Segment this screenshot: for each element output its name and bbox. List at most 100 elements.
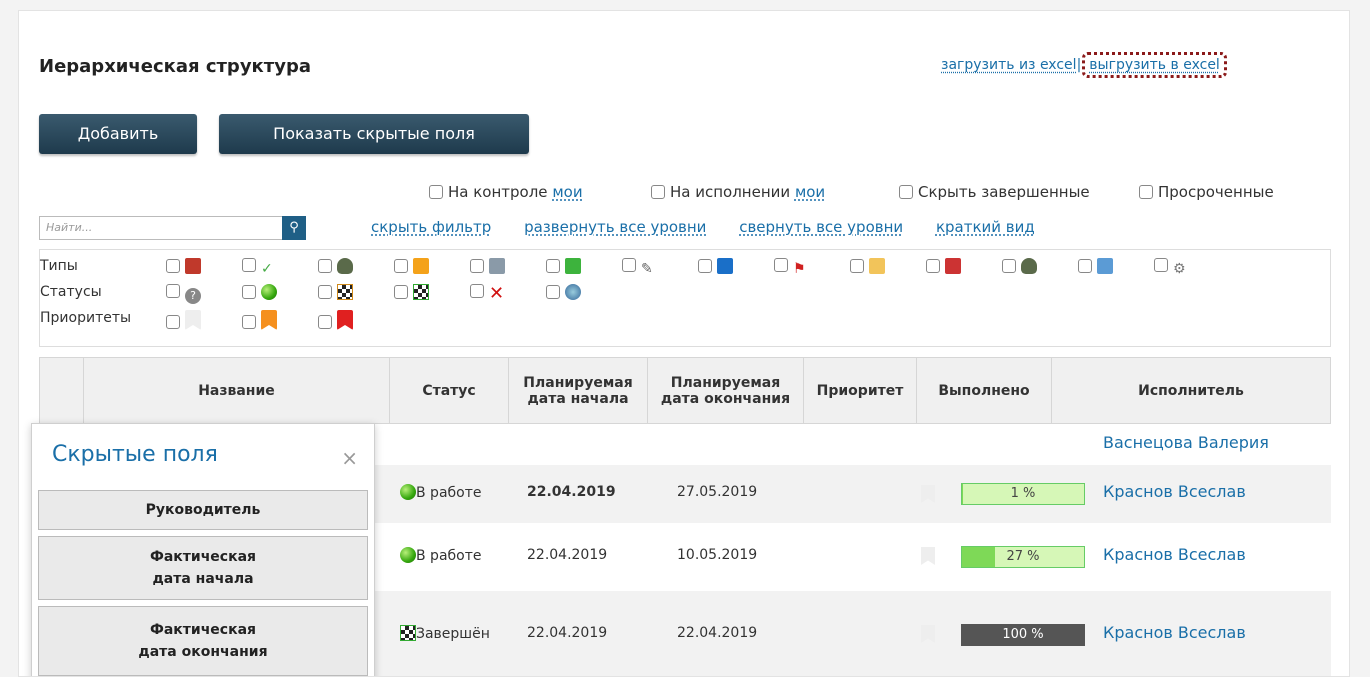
hide-completed-checkbox[interactable] <box>899 185 913 199</box>
priority-checkbox[interactable] <box>166 315 180 329</box>
type-checkbox[interactable] <box>1078 259 1092 273</box>
status-cell: В работе <box>400 484 482 501</box>
collapse-all-link[interactable]: свернуть все уровни <box>739 218 903 236</box>
filter-on-control: На контроле мои <box>429 183 583 201</box>
priority-bookmark-icon <box>921 547 935 565</box>
add-button[interactable]: Добавить <box>39 114 197 154</box>
assignee-link[interactable]: Краснов Всеслав <box>1103 545 1246 564</box>
priority-checkbox[interactable] <box>318 315 332 329</box>
tasks-table-header: Название Статус Планируемая дата начала П… <box>39 357 1331 424</box>
question-flag-icon <box>337 284 353 300</box>
close-icon[interactable]: × <box>341 446 358 470</box>
hidden-fields-popup: Скрытые поля × Руководитель Фактическая д… <box>31 423 375 676</box>
in-progress-icon <box>400 484 416 500</box>
type-checkbox[interactable] <box>394 259 408 273</box>
progress-bar: 27 % <box>961 546 1085 568</box>
popup-title: Скрытые поля <box>52 442 218 467</box>
type-checkbox[interactable] <box>318 259 332 273</box>
priority-bookmark-icon <box>921 485 935 503</box>
checkered-flag-icon <box>400 625 416 641</box>
in-progress-icon <box>400 547 416 563</box>
brief-view-link[interactable]: краткий вид <box>936 218 1035 236</box>
export-excel-link[interactable]: выгрузить в excel <box>1089 57 1220 73</box>
link-separator: | <box>1076 57 1082 73</box>
type-checkbox[interactable] <box>698 259 712 273</box>
ufo-icon <box>1021 258 1037 274</box>
assignee-link[interactable]: Краснов Всеслав <box>1103 482 1246 501</box>
type-checkbox[interactable] <box>242 258 256 272</box>
plan-end-cell: 27.05.2019 <box>677 484 758 500</box>
tool-icon: ✎ <box>641 261 653 277</box>
status-checkbox[interactable] <box>394 285 408 299</box>
expand-column <box>39 357 84 424</box>
status-checkbox[interactable] <box>546 285 560 299</box>
hidden-field-manager-button[interactable]: Руководитель <box>38 490 368 530</box>
type-checkbox[interactable] <box>850 259 864 273</box>
green-dot-icon <box>261 284 277 300</box>
column-priority[interactable]: Приоритет <box>803 357 917 424</box>
column-status[interactable]: Статус <box>389 357 509 424</box>
type-checkbox[interactable] <box>774 258 788 272</box>
filter-in-progress: На исполнении мои <box>651 183 825 201</box>
red-cross-icon: ✕ <box>489 283 505 304</box>
expand-all-link[interactable]: развернуть все уровни <box>524 218 706 236</box>
search-input[interactable]: Найти... ⚲ <box>39 216 306 240</box>
ufo-icon <box>337 258 353 274</box>
search-icon[interactable]: ⚲ <box>282 216 306 240</box>
in-progress-mine-link[interactable]: мои <box>795 183 825 201</box>
type-checkbox[interactable] <box>546 259 560 273</box>
column-assignee[interactable]: Исполнитель <box>1051 357 1331 424</box>
type-checkbox[interactable] <box>926 259 940 273</box>
priority-low-icon <box>185 310 201 330</box>
priorities-row: Приоритеты <box>40 310 1330 332</box>
globe-icon <box>565 284 581 300</box>
assignee-link[interactable]: Краснов Всеслав <box>1103 623 1246 642</box>
on-control-mine-link[interactable]: мои <box>552 183 582 201</box>
folder-orange-icon <box>413 258 429 274</box>
assignee-link[interactable]: Васнецова Валерия <box>1103 433 1269 452</box>
on-control-label: На контроле <box>448 183 548 201</box>
hidden-field-actual-start-button[interactable]: Фактическая дата начала <box>38 536 368 600</box>
checkmark-icon: ✓ <box>261 261 273 277</box>
main-panel: Иерархическая структура загрузить из exc… <box>18 10 1350 677</box>
plan-start-cell: 22.04.2019 <box>527 547 608 563</box>
hide-filter-link[interactable]: скрыть фильтр <box>371 218 491 236</box>
filter-overdue: Просроченные <box>1139 183 1274 201</box>
types-label: Типы <box>40 258 78 274</box>
status-checkbox[interactable] <box>166 284 180 298</box>
briefcase-icon <box>185 258 201 274</box>
in-progress-checkbox[interactable] <box>651 185 665 199</box>
import-excel-link[interactable]: загрузить из excel <box>941 57 1077 73</box>
hidden-field-actual-end-button[interactable]: Фактическая дата окончания <box>38 606 368 676</box>
column-plan-start[interactable]: Планируемая дата начала <box>508 357 648 424</box>
page-title: Иерархическая структура <box>39 56 311 77</box>
statuses-row: Статусы ? ✕ <box>40 284 1330 304</box>
plan-start-cell: 22.04.2019 <box>527 484 616 500</box>
type-checkbox[interactable] <box>622 258 636 272</box>
priority-checkbox[interactable] <box>242 315 256 329</box>
status-checkbox[interactable] <box>318 285 332 299</box>
status-checkbox[interactable] <box>242 285 256 299</box>
priorities-label: Приоритеты <box>40 310 132 326</box>
statuses-label: Статусы <box>40 284 102 300</box>
on-control-checkbox[interactable] <box>429 185 443 199</box>
folder-blue-icon <box>717 258 733 274</box>
column-name[interactable]: Название <box>83 357 390 424</box>
type-checkbox[interactable] <box>166 259 180 273</box>
question-icon: ? <box>185 288 201 304</box>
column-done[interactable]: Выполнено <box>916 357 1052 424</box>
type-checkbox[interactable] <box>1154 258 1168 272</box>
type-checkbox[interactable] <box>470 259 484 273</box>
type-checkbox[interactable] <box>1002 259 1016 273</box>
priority-high-icon <box>337 310 353 330</box>
overdue-checkbox[interactable] <box>1139 185 1153 199</box>
status-checkbox[interactable] <box>470 284 484 298</box>
show-hidden-fields-button[interactable]: Показать скрытые поля <box>219 114 529 154</box>
view-links: скрыть фильтр развернуть все уровни свер… <box>371 218 1063 236</box>
hide-completed-label: Скрыть завершенные <box>918 183 1090 201</box>
column-plan-end[interactable]: Планируемая дата окончания <box>647 357 804 424</box>
priority-medium-icon <box>261 310 277 330</box>
document-green-icon <box>565 258 581 274</box>
calendar-icon <box>1097 258 1113 274</box>
status-cell: Завершён <box>400 625 490 642</box>
